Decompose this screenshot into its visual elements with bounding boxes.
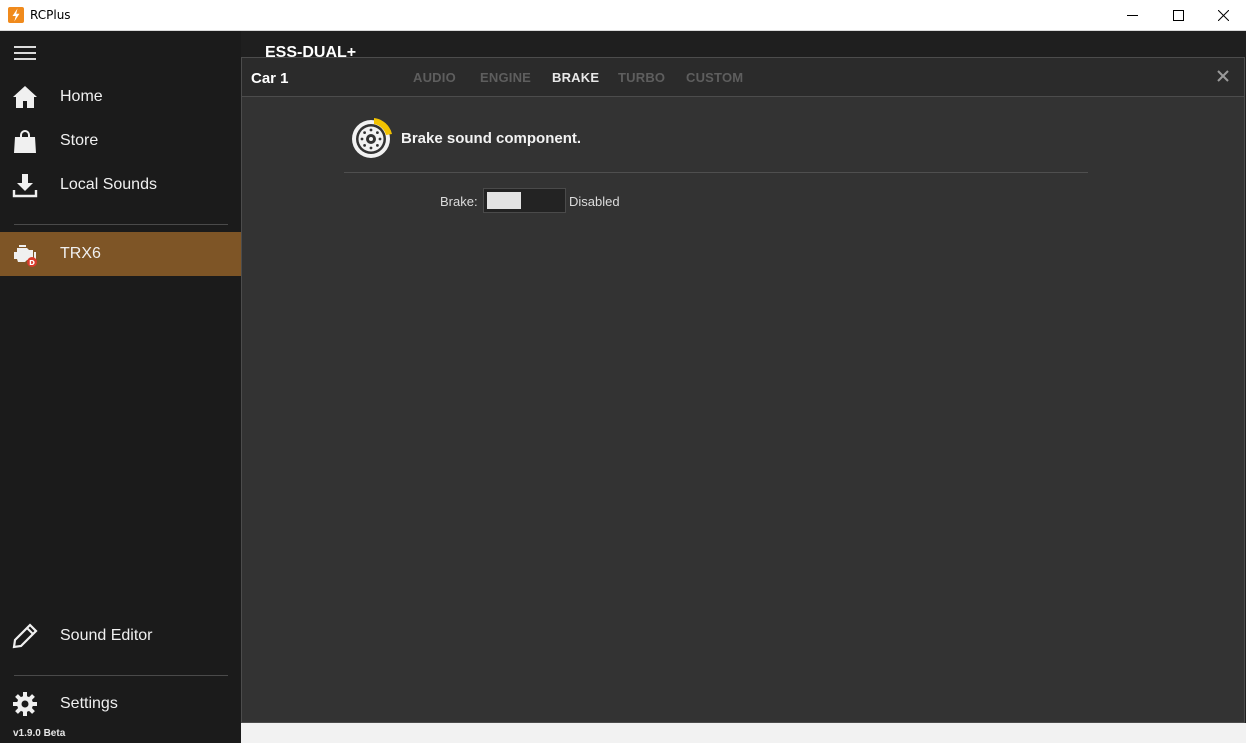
brake-label: Brake: [440, 194, 478, 209]
lightning-bolt-icon [8, 7, 24, 23]
svg-text:D: D [29, 259, 35, 267]
brake-toggle[interactable] [483, 188, 566, 213]
gear-icon [11, 690, 39, 718]
shopping-bag-icon [11, 127, 39, 155]
version-label: v1.9.0 Beta [13, 728, 66, 739]
sidebar-divider [14, 675, 228, 676]
close-button[interactable] [1200, 0, 1246, 31]
sidebar-item-label: Settings [60, 695, 118, 712]
main-content: ESS-DUAL+ Car 1 AUDIO ENGINE BRAKE TURBO… [241, 31, 1246, 743]
download-icon [11, 171, 39, 199]
sidebar-item-label: Store [60, 132, 99, 149]
sidebar-item-store[interactable]: Store [0, 119, 241, 163]
hamburger-menu-icon[interactable] [14, 46, 36, 62]
tab-turbo[interactable]: TURBO [618, 70, 665, 85]
toggle-knob [487, 192, 521, 209]
maximize-icon [1172, 10, 1184, 21]
tab-engine[interactable]: ENGINE [480, 70, 531, 85]
car-title: Car 1 [251, 70, 289, 87]
status-strip [241, 723, 1246, 743]
tab-audio[interactable]: AUDIO [413, 70, 456, 85]
close-icon [1217, 10, 1229, 21]
engine-icon: D [11, 240, 39, 268]
sidebar-item-settings[interactable]: Settings [0, 682, 241, 726]
sidebar: Home Store Local Sounds D TRX6 Sound Edi… [0, 31, 241, 743]
minimize-button[interactable] [1109, 0, 1155, 31]
tab-custom[interactable]: CUSTOM [686, 70, 743, 85]
close-icon[interactable] [1215, 68, 1231, 84]
pencil-icon [11, 622, 39, 650]
minimize-icon [1126, 15, 1138, 16]
car-settings-panel: Car 1 AUDIO ENGINE BRAKE TURBO CUSTOM Br… [241, 57, 1245, 723]
sidebar-item-label: TRX6 [60, 245, 101, 262]
maximize-button[interactable] [1155, 0, 1201, 31]
tab-brake[interactable]: BRAKE [552, 70, 599, 85]
brake-status: Disabled [569, 194, 620, 209]
section-title: Brake sound component. [401, 130, 582, 147]
home-icon [11, 83, 39, 111]
sidebar-divider [14, 224, 228, 225]
section-divider [344, 172, 1088, 173]
brake-disc-icon [352, 118, 392, 158]
panel-header: Car 1 AUDIO ENGINE BRAKE TURBO CUSTOM [242, 58, 1244, 97]
window-title: RCPlus [30, 8, 71, 22]
sidebar-item-local-sounds[interactable]: Local Sounds [0, 163, 241, 207]
sidebar-item-trx6[interactable]: D TRX6 [0, 232, 241, 276]
sidebar-item-label: Home [60, 88, 103, 105]
sidebar-item-sound-editor[interactable]: Sound Editor [0, 614, 241, 658]
title-bar: RCPlus [0, 0, 1246, 31]
sidebar-item-home[interactable]: Home [0, 75, 241, 119]
app-window: RCPlus Home Store Local Sounds D TRX6 So… [0, 0, 1246, 743]
sidebar-item-label: Local Sounds [60, 176, 157, 193]
sidebar-item-label: Sound Editor [60, 627, 153, 644]
